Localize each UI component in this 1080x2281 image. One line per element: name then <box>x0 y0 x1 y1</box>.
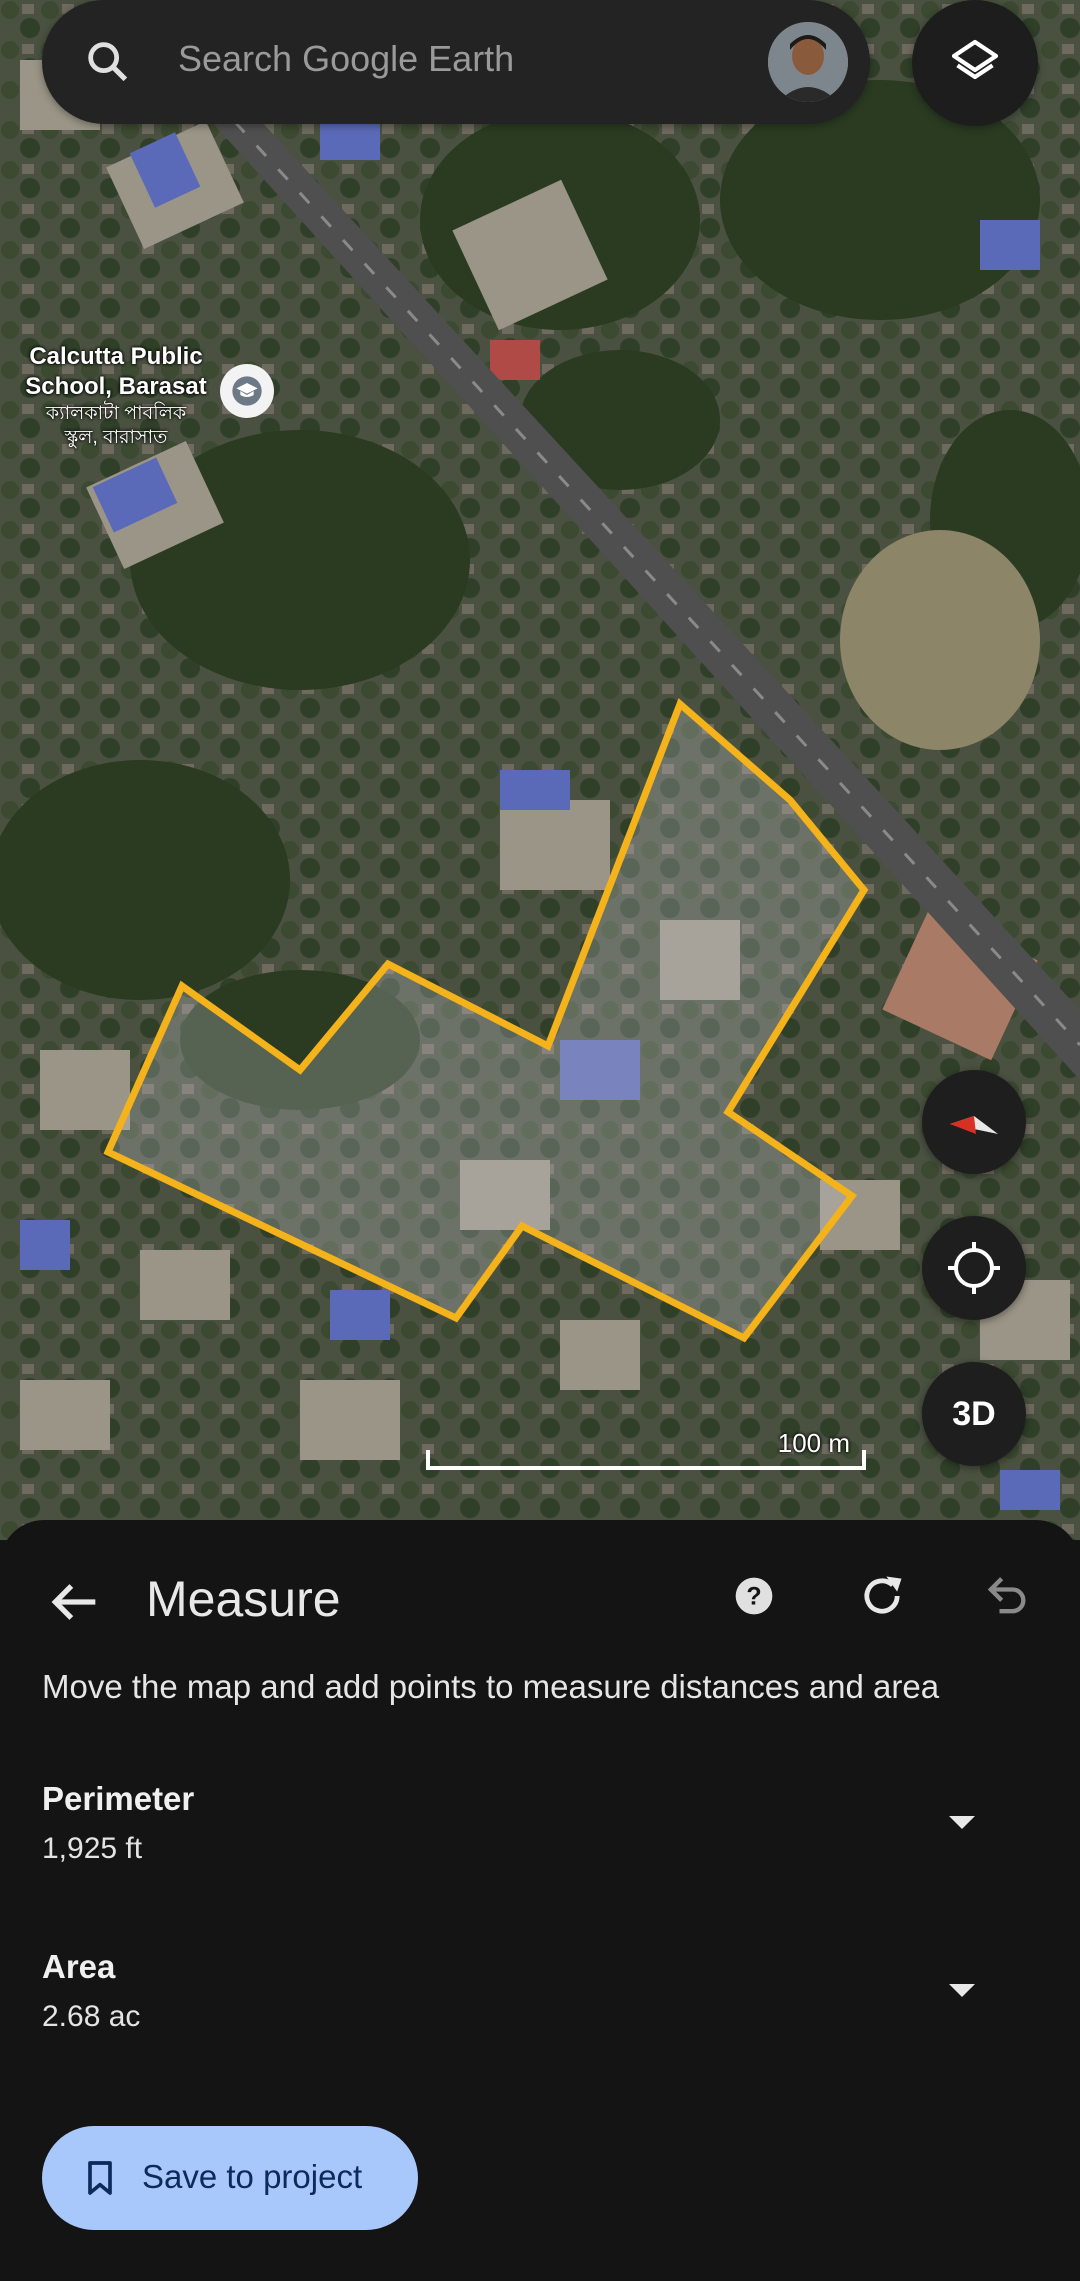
perimeter-label: Perimeter <box>42 1780 195 1817</box>
page-title: Measure <box>146 1571 341 1627</box>
poi-label[interactable]: Calcutta Public School, Barasat ক্যালকাট… <box>18 342 214 450</box>
measure-instructions: Move the map and add points to measure d… <box>42 1668 940 1705</box>
my-location-button[interactable] <box>922 1216 1026 1320</box>
my-location-icon <box>948 1242 1000 1294</box>
save-to-project-label: Save to project <box>142 2158 363 2195</box>
search-input[interactable]: Search Google Earth <box>178 38 514 80</box>
profile-picture <box>768 22 848 102</box>
perimeter-value: 1,925 ft <box>42 1832 143 1865</box>
search-bar[interactable]: Search Google Earth <box>42 0 870 124</box>
bookmark-icon <box>88 2161 112 2195</box>
scale-label: 100 m <box>777 1428 850 1458</box>
back-arrow-icon[interactable] <box>42 1570 106 1634</box>
area-row[interactable]: Area 2.68 ac <box>42 1948 1038 2068</box>
svg-text:?: ? <box>746 1582 761 1610</box>
compass-button[interactable] <box>922 1070 1026 1174</box>
area-label: Area <box>42 1948 116 1985</box>
3d-toggle-button[interactable]: 3D <box>922 1362 1026 1466</box>
poi-name-bn-line2: স্কুল, বারাসাত <box>64 427 168 448</box>
measure-sheet: Measure ? Move the map and add points to… <box>0 1520 1080 2281</box>
poi-name-bn-line1: ক্যালকাটা পাবলিক <box>45 403 187 424</box>
poi-name-en-line2: School, Barasat <box>25 373 207 400</box>
chevron-down-icon[interactable] <box>942 1978 982 2002</box>
layers-icon <box>951 39 999 80</box>
perimeter-row[interactable]: Perimeter 1,925 ft <box>42 1780 1038 1900</box>
area-value: 2.68 ac <box>42 2000 141 2033</box>
scale-bar: 100 m <box>426 1428 866 1470</box>
school-icon <box>232 376 262 406</box>
reset-icon[interactable] <box>856 1570 908 1622</box>
help-icon[interactable]: ? <box>734 1576 774 1616</box>
save-to-project-button[interactable]: Save to project <box>42 2126 418 2230</box>
school-pin[interactable] <box>220 364 274 418</box>
search-icon <box>88 42 128 82</box>
chevron-down-icon[interactable] <box>942 1810 982 1834</box>
satellite-map[interactable]: Calcutta Public School, Barasat ক্যালকাট… <box>0 0 1080 1540</box>
layers-button[interactable] <box>912 0 1038 126</box>
poi-name-en-line1: Calcutta Public <box>29 343 203 370</box>
map-imagery <box>0 0 1080 1540</box>
undo-icon[interactable] <box>980 1570 1032 1622</box>
avatar[interactable] <box>768 22 848 102</box>
compass-icon <box>950 1116 998 1134</box>
